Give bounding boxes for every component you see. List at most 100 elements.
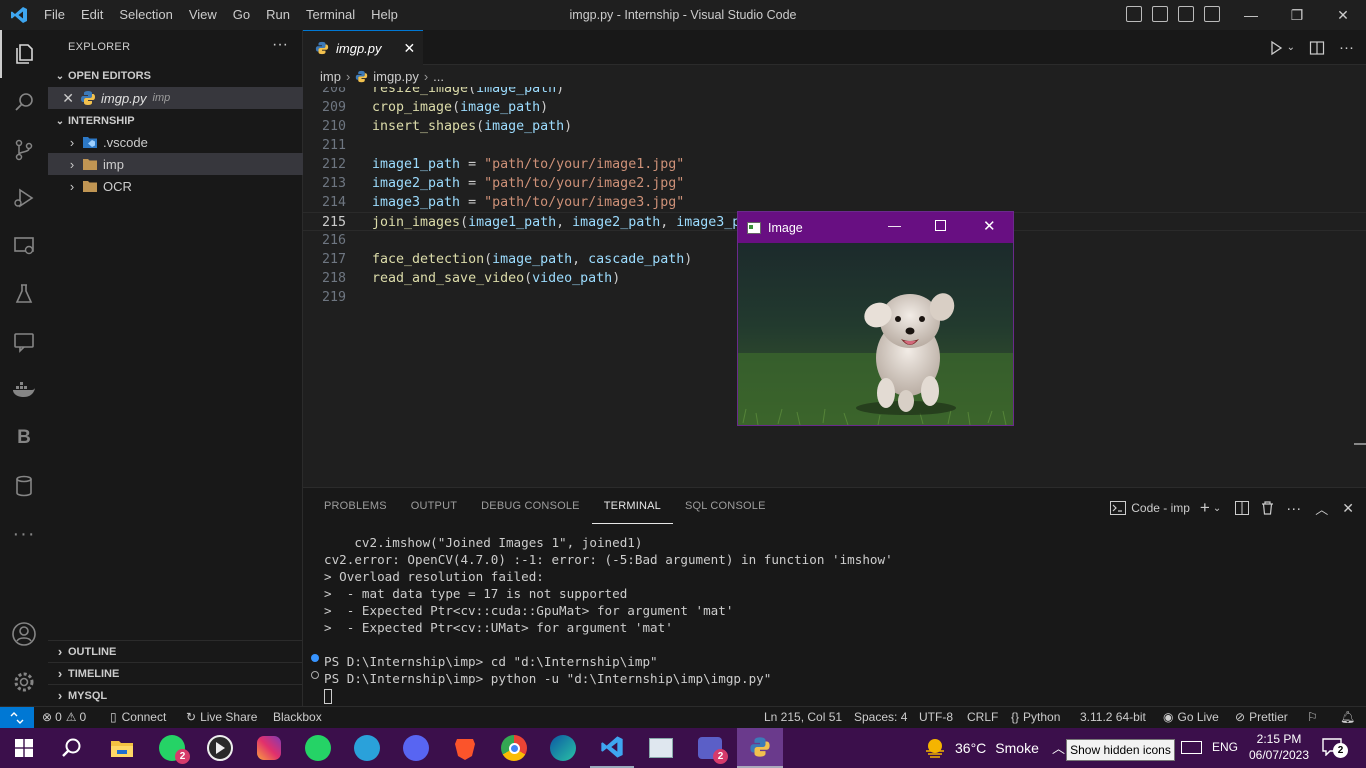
live-share-chat-icon[interactable] [0,318,48,366]
panel-more-icon[interactable]: ··· [1286,500,1301,517]
whatsapp-icon[interactable]: 2 [150,728,194,768]
tab-debug-console[interactable]: DEBUG CONSOLE [469,488,592,524]
tab-close-icon[interactable]: ✕ [404,40,416,57]
tab-sql-console[interactable]: SQL CONSOLE [673,488,778,524]
connect-item[interactable]: ▯ Connect [110,707,166,728]
menu-selection[interactable]: Selection [111,0,180,30]
new-terminal-icon[interactable]: + [1200,498,1210,518]
code-line[interactable]: 211 [303,136,1366,155]
vscode-taskbar-icon[interactable] [590,728,634,768]
close-panel-icon[interactable]: ✕ [1342,500,1354,517]
image-window-maximize-button[interactable] [935,220,946,231]
customize-layout-icon[interactable] [1204,6,1220,22]
edge-icon[interactable] [541,728,585,768]
more-actions-icon[interactable]: ··· [1339,39,1354,56]
menu-edit[interactable]: Edit [73,0,111,30]
keyboard-icon[interactable] [1181,741,1202,754]
terminal-dropdown-icon[interactable]: ⌄ [1213,503,1221,514]
remote-explorer-icon[interactable] [0,222,48,270]
toggle-panel-icon[interactable] [1152,6,1168,22]
run-file-icon[interactable] [1268,40,1284,56]
breadcrumb-folder[interactable]: imp [320,69,341,84]
file-explorer-icon[interactable] [100,728,144,768]
brave-browser-icon[interactable] [443,728,487,768]
toggle-secondary-sidebar-icon[interactable] [1178,6,1194,22]
feedback-icon[interactable]: ⚐ [1307,707,1318,728]
tab-problems[interactable]: PROBLEMS [312,488,399,524]
line-ending[interactable]: CRLF [967,707,998,728]
prettier-item[interactable]: ⊘ Prettier [1235,707,1288,728]
python-taskbar-icon[interactable] [737,728,783,768]
live-share-item[interactable]: ↻ Live Share [186,707,257,728]
weather-widget[interactable]: 36°C Smoke [924,737,1039,759]
open-editor-item[interactable]: ✕ imgp.py imp [48,87,303,109]
source-control-icon[interactable] [0,126,48,174]
windows-start-icon[interactable] [2,728,46,768]
tab-terminal[interactable]: TERMINAL [591,489,673,524]
image-window-minimize-button[interactable]: — [888,218,901,233]
close-button[interactable]: ✕ [1320,0,1366,30]
media-player-icon[interactable] [198,728,242,768]
code-line[interactable]: 213 image2_path = "path/to/your/image2.jp… [303,174,1366,193]
input-language[interactable]: ENG [1212,740,1238,754]
image-window-close-button[interactable]: ✕ [983,217,996,235]
teams-icon[interactable]: 2 [688,728,732,768]
split-editor-icon[interactable] [1309,40,1325,56]
image-window-titlebar[interactable]: Image — ✕ [738,212,1013,243]
language-mode[interactable]: {} Python [1011,707,1060,728]
image-window[interactable]: Image — ✕ [737,211,1014,426]
search-icon[interactable] [50,728,94,768]
menu-terminal[interactable]: Terminal [298,0,363,30]
code-line[interactable]: 210 insert_shapes(image_path) [303,117,1366,136]
more-icon[interactable]: ··· [0,510,48,558]
blackbox-item[interactable]: Blackbox [273,707,322,728]
chrome-icon[interactable] [492,728,536,768]
menu-file[interactable]: File [36,0,73,30]
notifications-bell-icon[interactable]: 🔔︎ [1340,707,1355,728]
split-terminal-icon[interactable] [1235,501,1250,515]
code-line[interactable]: 209 crop_image(image_path) [303,98,1366,117]
manage-gear-icon[interactable] [0,658,48,706]
cursor-position[interactable]: Ln 215, Col 51 [764,707,842,728]
maximize-panel-icon[interactable]: ︿ [1315,499,1328,518]
close-editor-icon[interactable]: ✕ [48,90,74,107]
trash-icon[interactable] [1261,501,1274,515]
terminal-name[interactable]: Code - imp [1131,501,1190,515]
database-icon[interactable] [0,462,48,510]
accounts-icon[interactable] [0,610,48,658]
timeline-section[interactable]: › TIMELINE [48,662,303,684]
breadcrumb-symbols[interactable]: ... [433,69,444,84]
outline-section[interactable]: › OUTLINE [48,640,303,662]
mysql-section[interactable]: › MYSQL [48,684,303,706]
menu-view[interactable]: View [181,0,225,30]
run-debug-icon[interactable] [0,174,48,222]
code-line[interactable]: 208 resize_image(image_path) [303,87,1366,98]
indentation[interactable]: Spaces: 4 [854,707,907,728]
code-line[interactable]: 214 image3_path = "path/to/your/image3.jp… [303,193,1366,212]
tree-item-vscode[interactable]: › .vscode [48,131,303,153]
testing-icon[interactable] [0,270,48,318]
tree-item-imp[interactable]: › imp [48,153,303,175]
open-editors-section[interactable]: ⌄ OPEN EDITORS [48,65,303,87]
restore-button[interactable]: ❐ [1274,0,1320,30]
telegram-icon[interactable] [345,728,389,768]
clock[interactable]: 2:15 PM 06/07/2023 [1246,731,1312,763]
menu-go[interactable]: Go [225,0,258,30]
menu-run[interactable]: Run [258,0,298,30]
toggle-primary-sidebar-icon[interactable] [1126,6,1142,22]
minimize-button[interactable]: — [1228,0,1274,30]
blackbox-icon[interactable]: B [0,414,48,462]
python-interpreter[interactable]: 3.11.2 64-bit [1080,707,1146,728]
docker-icon[interactable] [0,366,48,414]
discord-icon[interactable] [394,728,438,768]
notification-center-icon[interactable]: 2 [1322,738,1348,758]
tab-imgp-py[interactable]: imgp.py ✕ [303,30,423,65]
search-icon[interactable] [0,78,48,126]
problems-indicator[interactable]: ⊗ 0 ⚠ 0 [42,707,86,728]
tab-output[interactable]: OUTPUT [399,488,469,524]
explorer-more-button[interactable]: ··· [272,36,288,54]
task-manager-icon[interactable] [639,728,683,768]
show-hidden-icons-icon[interactable]: ︿ [1052,738,1065,757]
remote-indicator-icon[interactable] [0,707,34,729]
workspace-section[interactable]: ⌄ INTERNSHIP [48,110,303,132]
